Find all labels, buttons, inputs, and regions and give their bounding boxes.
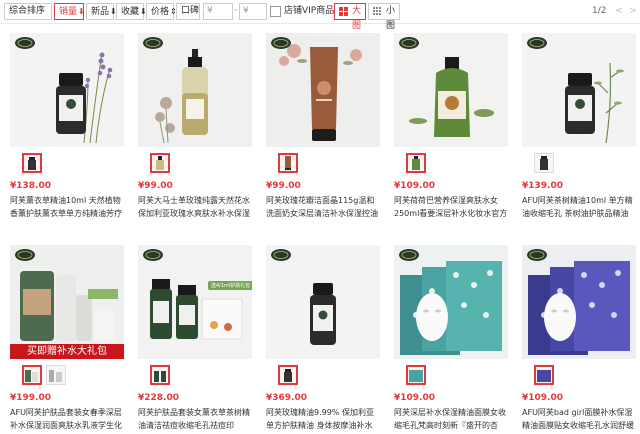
thumbnail[interactable] <box>534 365 554 385</box>
product-price: ¥109.00 <box>394 181 435 191</box>
product-title[interactable]: 阿芙薰衣草精油10ml 天然植物香薰护肤薰衣草单方纯精油芳疗正品 <box>10 194 124 220</box>
product-image[interactable] <box>394 33 508 147</box>
product-title[interactable]: AFU阿芙茶树精油10ml 单方精油收缩毛孔 茶树油护肤品精油 <box>522 194 636 220</box>
afu-logo <box>143 37 163 49</box>
list-grid-icon <box>373 7 381 15</box>
grid-icon <box>339 7 348 16</box>
view-large-label: 大图 <box>352 6 362 31</box>
price-max-placeholder: ¥ <box>243 6 249 16</box>
product-image-art <box>10 245 124 359</box>
product-image[interactable] <box>266 245 380 359</box>
sort-overall-label: 综合排序 <box>9 6 46 16</box>
product-image-art <box>522 33 636 147</box>
sort-new-button[interactable]: 新品⬇ <box>86 3 117 20</box>
product-title[interactable]: 阿芙荷荷巴营养保湿爽肤水女250ml看要深层补水化妆水官方旗 <box>394 194 508 220</box>
gift-tag: 送4/1ml护肤礼包 <box>208 281 252 290</box>
prev-page-button[interactable]: < <box>614 5 624 17</box>
product-image-art <box>266 33 380 147</box>
product-price: ¥109.00 <box>394 393 435 403</box>
thumbnail[interactable] <box>406 365 426 385</box>
product-price: ¥99.00 <box>138 181 173 191</box>
product-image[interactable] <box>522 33 636 147</box>
product-image[interactable] <box>522 245 636 359</box>
product-price: ¥138.00 <box>10 181 51 191</box>
product-title[interactable]: AFU阿芙bad girl面膜补水保湿精油面膜贴女收缩毛孔水润舒缓面膜 <box>522 406 636 432</box>
thumbnail[interactable] <box>278 153 298 173</box>
product-title[interactable]: AFU阿芙护肤品套装女春季深层补水保湿润面爽肤水乳液学生化妆品 <box>10 406 124 432</box>
thumbnail[interactable] <box>406 153 426 173</box>
sort-reviews-button[interactable]: 口碑 <box>176 3 200 20</box>
afu-logo <box>527 37 547 49</box>
price-max-input[interactable]: ¥ <box>239 3 267 20</box>
vip-checkbox[interactable] <box>270 6 281 17</box>
price-range-dash: - <box>234 5 238 15</box>
promo-banner: 买即赠补水大礼包 <box>10 344 124 359</box>
price-min-input[interactable]: ¥ <box>203 3 233 20</box>
sort-price-label: 价格 <box>151 7 170 17</box>
product-image[interactable]: 送4/1ml护肤礼包 <box>138 245 252 359</box>
product-title[interactable]: 阿芙玫瑰花瓣洁面晶115g温和洗面奶女深层清洁补水保湿控油洁面 <box>266 194 380 220</box>
thumbnail[interactable] <box>278 365 298 385</box>
product-image[interactable] <box>266 33 380 147</box>
product-image-art <box>138 33 252 147</box>
product-image-art <box>522 245 636 359</box>
product-title[interactable]: 阿芙深层补水保湿精油面膜女收缩毛孔梵高时刻新『盛开的杏花』 <box>394 406 508 432</box>
product-price: ¥109.00 <box>522 393 563 403</box>
afu-logo <box>399 249 419 261</box>
product-price: ¥139.00 <box>522 181 563 191</box>
afu-logo <box>527 249 547 261</box>
sort-new-label: 新品 <box>91 7 110 17</box>
thumbnail[interactable] <box>22 365 42 385</box>
product-image-art <box>394 245 508 359</box>
product-image[interactable] <box>394 245 508 359</box>
view-small-label: 小图 <box>386 6 396 31</box>
product-image-art <box>138 245 252 359</box>
sort-overall-button[interactable]: 综合排序 <box>4 3 52 20</box>
afu-logo <box>143 249 163 261</box>
product-title[interactable]: 阿芙玫瑰精油9.99% 保加利亚单方护肤精油 身体按摩油补水保湿 <box>266 406 380 432</box>
thumbnail[interactable] <box>46 365 66 385</box>
product-image-art <box>266 245 380 359</box>
product-image[interactable] <box>10 33 124 147</box>
sort-reviews-label: 口碑 <box>181 6 200 16</box>
product-image[interactable]: 买即赠补水大礼包 <box>10 245 124 359</box>
product-image[interactable] <box>138 33 252 147</box>
vip-label: 店铺VIP商品 <box>284 6 335 16</box>
product-price: ¥199.00 <box>10 393 51 403</box>
arrow-down-icon: ⬇ <box>78 7 85 16</box>
product-image-art <box>10 33 124 147</box>
thumbnail[interactable] <box>150 365 170 385</box>
view-small-button[interactable]: 小图 <box>368 3 400 31</box>
afu-logo <box>15 249 35 261</box>
thumbnail[interactable] <box>534 153 554 173</box>
afu-logo <box>399 37 419 49</box>
product-image-art <box>394 33 508 147</box>
sort-fav-button[interactable]: 收藏⬇ <box>116 3 147 20</box>
afu-logo <box>271 249 291 261</box>
price-min-placeholder: ¥ <box>207 6 213 16</box>
product-title[interactable]: 阿芙护肤品套装女薰衣草茶树精油清洁祛痘收缩毛孔祛痘印 <box>138 406 252 432</box>
afu-logo <box>15 37 35 49</box>
product-price: ¥228.00 <box>138 393 179 403</box>
thumbnail[interactable] <box>150 153 170 173</box>
next-page-button[interactable]: > <box>628 5 638 17</box>
afu-logo <box>271 37 291 49</box>
product-title[interactable]: 阿芙大马士革玫瑰纯露天然花水保加利亚玫瑰水爽肤水补水保湿喷雾 <box>138 194 252 220</box>
sort-sales-button[interactable]: 销量⬇ <box>54 3 85 20</box>
sort-price-button[interactable]: 价格⇕ <box>146 3 177 20</box>
sort-fav-label: 收藏 <box>121 7 140 17</box>
view-large-button[interactable]: 大图 <box>334 3 366 31</box>
thumbnail[interactable] <box>22 153 42 173</box>
filter-toolbar: 综合排序 销量⬇ 新品⬇ 收藏⬇ 价格⇕ 口碑 ¥ - ¥ 店铺VIP商品 大图… <box>0 0 640 31</box>
product-price: ¥99.00 <box>266 181 301 191</box>
sort-sales-label: 销量 <box>59 7 78 17</box>
page-indicator: 1/2 <box>592 6 607 16</box>
product-price: ¥369.00 <box>266 393 307 403</box>
